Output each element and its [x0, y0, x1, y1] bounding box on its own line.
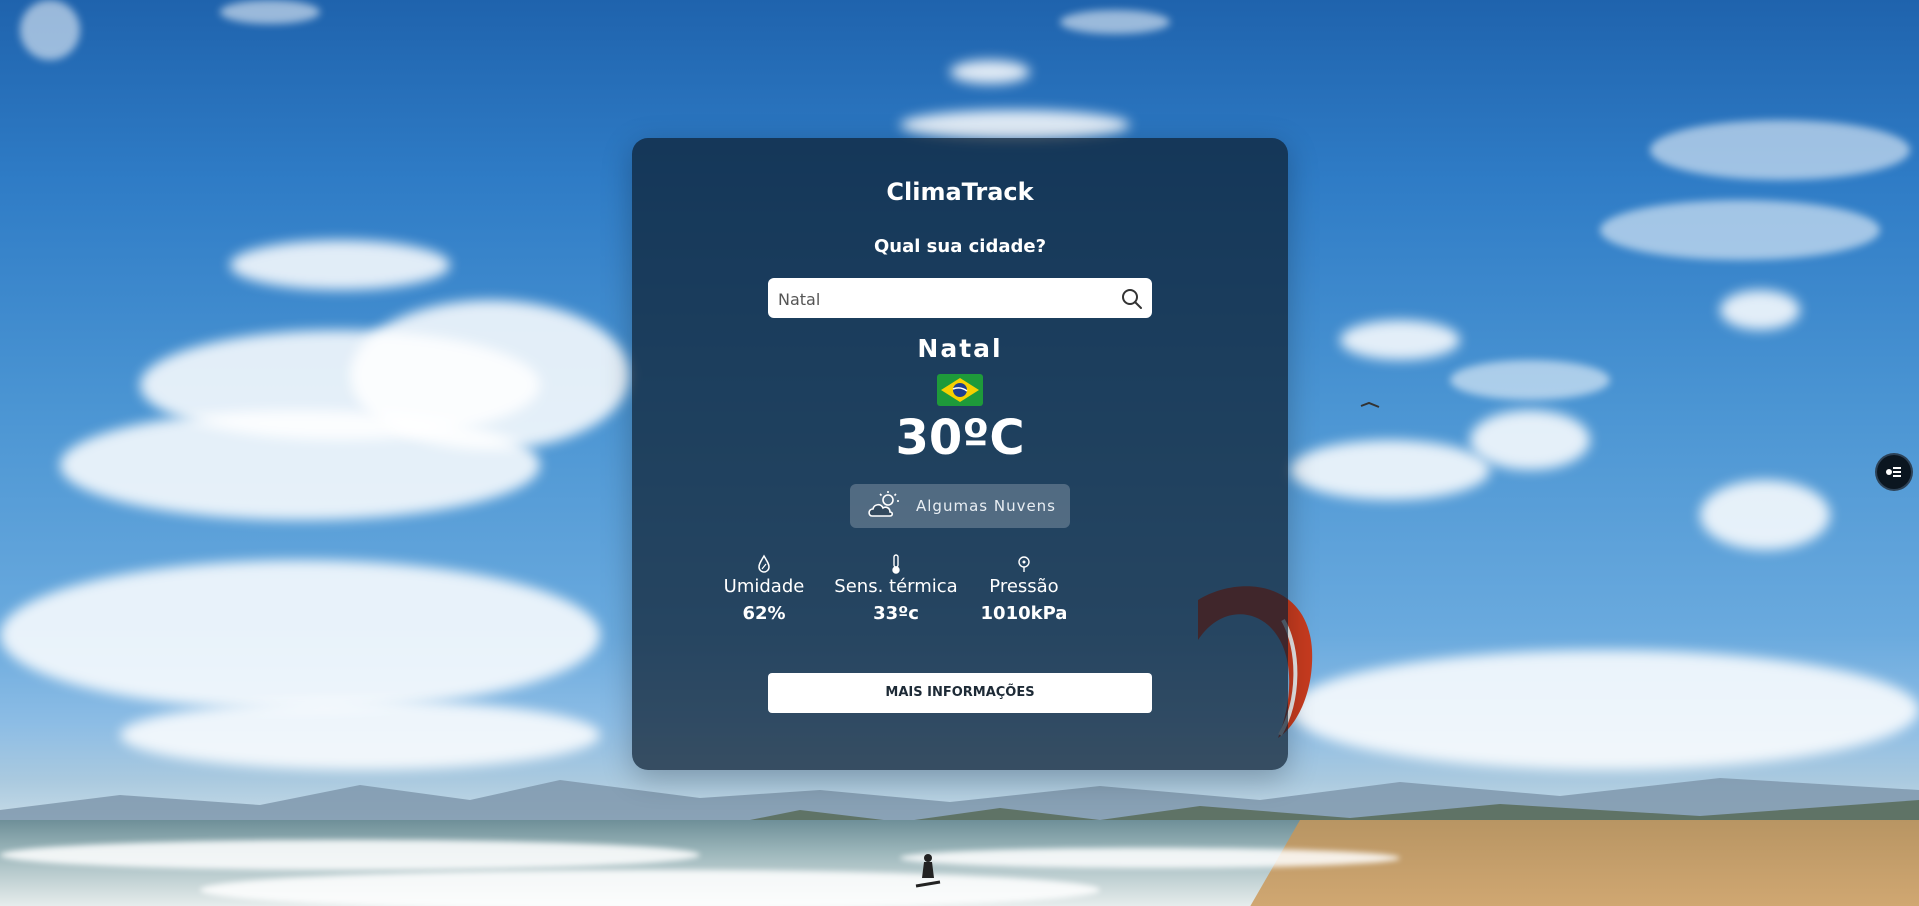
cloud-streak — [20, 0, 80, 60]
cloud-streak — [1450, 360, 1610, 400]
search-box — [768, 278, 1152, 320]
bird — [1360, 401, 1380, 408]
cloud — [1470, 410, 1590, 470]
humidity-label: Umidade — [723, 576, 805, 597]
condition-label: Algumas Nuvens — [916, 497, 1056, 515]
cloud-streak — [1060, 10, 1170, 34]
city-search-input[interactable] — [776, 278, 1110, 320]
kitesurfer — [915, 854, 941, 888]
cloud — [350, 300, 630, 450]
weather-card: ClimaTrack Qual sua cidade? Natal 30ºC A… — [632, 138, 1288, 770]
thermometer-icon — [892, 554, 900, 574]
pressure-stat: Pressão 1010kPa — [954, 554, 1094, 624]
humidity-stat: Umidade 62% — [694, 554, 834, 624]
partly-cloudy-icon — [868, 491, 899, 517]
feels-like-stat: Sens. térmica 33ºc — [826, 554, 966, 624]
cloud-streak — [220, 0, 320, 24]
city-question: Qual sua cidade? — [873, 236, 1047, 257]
cloud-streak — [1650, 120, 1910, 180]
brazil-flag-icon — [937, 374, 983, 406]
cloud — [1720, 290, 1800, 330]
cloud-streak — [1600, 200, 1880, 260]
app-title: ClimaTrack — [886, 178, 1034, 206]
more-info-button[interactable]: MAIS INFORMAÇÕES — [768, 673, 1152, 713]
wave — [900, 848, 1400, 868]
cloud — [230, 240, 450, 290]
cloud — [1700, 480, 1830, 550]
accessibility-widget-button[interactable] — [1877, 455, 1911, 489]
feels-like-value: 33ºc — [873, 603, 919, 624]
cloud — [1290, 440, 1490, 500]
temperature: 30ºC — [895, 410, 1025, 466]
feels-like-label: Sens. térmica — [834, 576, 958, 597]
cloud — [900, 110, 1130, 140]
cloud — [1340, 320, 1460, 360]
weather-condition: Algumas Nuvens — [850, 484, 1070, 528]
cloud — [950, 60, 1030, 84]
humidity-drop-icon — [758, 554, 770, 573]
search-icon[interactable] — [1120, 287, 1144, 311]
city-name: Natal — [917, 334, 1003, 363]
humidity-value: 62% — [742, 603, 786, 624]
cloud — [0, 560, 600, 710]
wave — [200, 870, 1100, 906]
pressure-pin-icon — [1018, 556, 1030, 572]
settings-sliders-icon — [1886, 467, 1901, 477]
pressure-label: Pressão — [989, 576, 1059, 597]
cloud — [1290, 650, 1919, 770]
wave — [0, 840, 700, 870]
pressure-value: 1010kPa — [980, 603, 1068, 624]
